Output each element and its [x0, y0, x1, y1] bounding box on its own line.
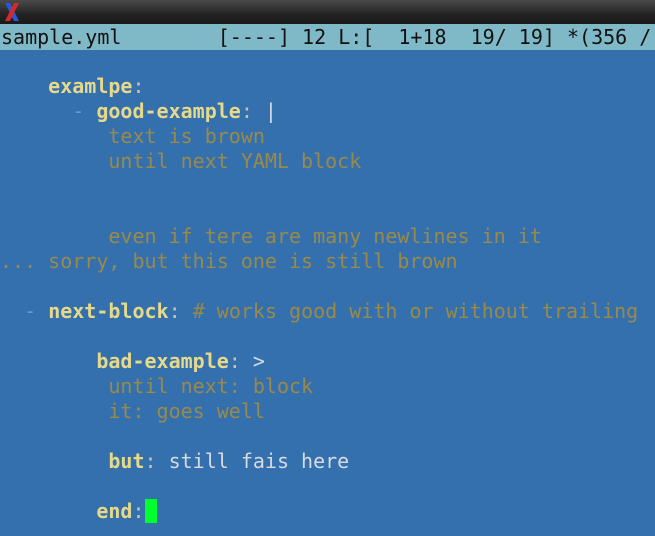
byte-count: *(356 /	[566, 25, 652, 49]
yaml-key: end	[96, 499, 133, 523]
yaml-key: but	[108, 449, 145, 473]
column-number: 12	[302, 25, 327, 49]
editor-line: examlpe:	[48, 74, 145, 98]
editor-line: end:	[0, 499, 655, 524]
editor-line: - good-example: |	[72, 99, 277, 123]
line-position: L:[ 1+18 19/ 19]	[338, 25, 555, 49]
yaml-key: bad-example	[96, 349, 229, 373]
editor-line: but: still fais here	[108, 449, 350, 473]
editor-line: bad-example: >	[96, 349, 265, 373]
window-titlebar	[0, 0, 655, 24]
editor-area[interactable]: examlpe: - good-example: | text is brown…	[0, 50, 655, 536]
yaml-key: good-example	[96, 99, 241, 123]
editor-line: - next-block: # works good with or witho…	[0, 299, 655, 324]
editor-line: until next: block	[0, 374, 314, 398]
editor-line: even if tere are many newlines in it	[0, 224, 542, 248]
editor-line: text is brown	[0, 124, 265, 148]
edit-mode: [----]	[217, 25, 290, 49]
x-logo-icon[interactable]	[2, 1, 22, 23]
editor-line: it: goes well	[0, 399, 265, 423]
yaml-comment: # works good with or without trailing '	[192, 299, 655, 323]
text-cursor	[144, 499, 157, 523]
yaml-key: next-block	[48, 299, 169, 323]
yaml-key: examlpe	[48, 74, 133, 98]
filename: sample.yml	[1, 25, 122, 49]
editor-line: until next YAML block	[0, 149, 362, 173]
editor-line: ... sorry, but this one is still brown	[0, 249, 458, 273]
status-bar: sample.yml [----] 12 L:[ 1+18 19/ 19] *(…	[0, 24, 655, 50]
